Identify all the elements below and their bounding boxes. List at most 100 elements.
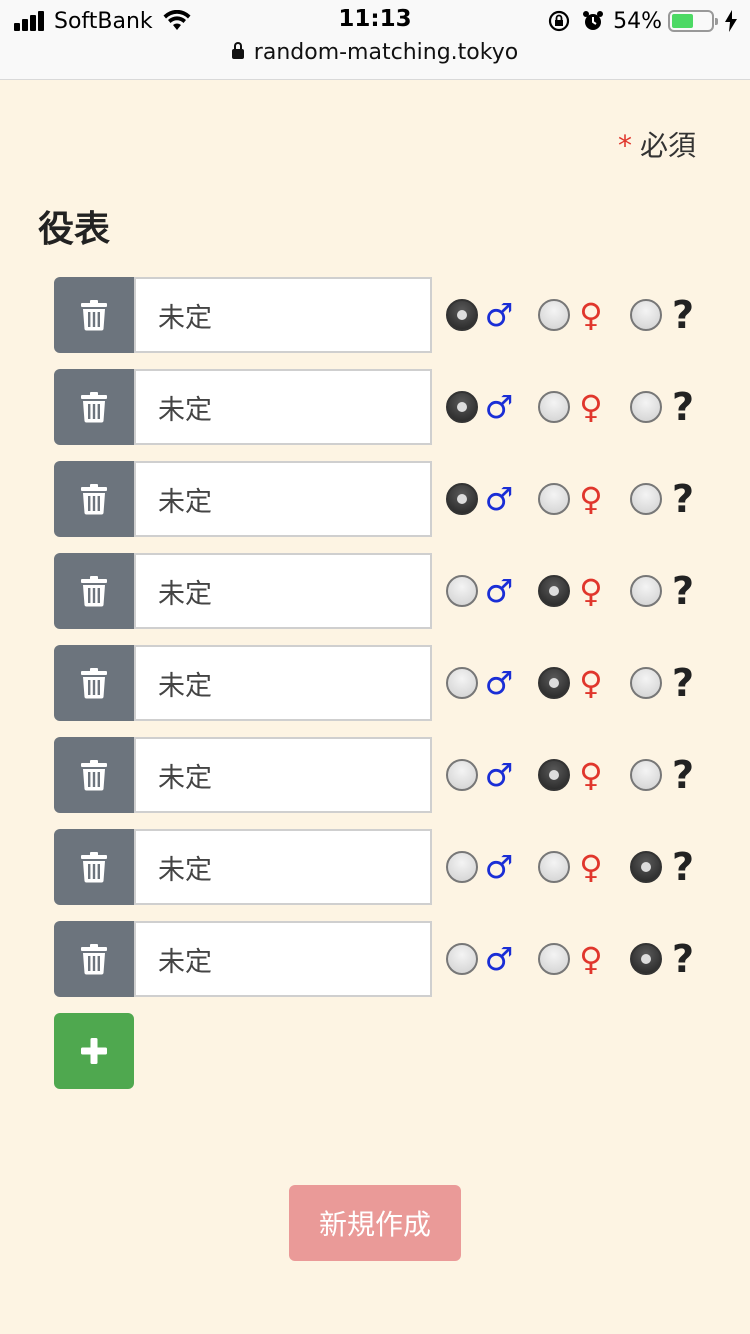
member-row: ♂ ♀?	[54, 461, 714, 537]
gender-option-male[interactable]: ♂	[446, 943, 516, 975]
required-label: 必須	[639, 129, 696, 162]
trash-icon	[81, 944, 107, 975]
gender-option-unknown[interactable]: ?	[630, 756, 700, 794]
gender-option-female[interactable]: ♀	[538, 943, 608, 975]
radio-female[interactable]	[538, 299, 570, 331]
female-symbol-icon: ♀	[579, 572, 603, 610]
member-row: ♂ ♀?	[54, 369, 714, 445]
female-symbol-icon: ♀	[579, 756, 603, 794]
trash-icon	[81, 392, 107, 423]
male-symbol-icon: ♂	[484, 756, 514, 794]
radio-unknown[interactable]	[630, 851, 662, 883]
radio-female[interactable]	[538, 575, 570, 607]
radio-male[interactable]	[446, 483, 478, 515]
gender-radio-group: ♂ ♀?	[446, 848, 700, 886]
unknown-symbol-icon: ?	[671, 477, 695, 521]
gender-option-unknown[interactable]: ?	[630, 480, 700, 518]
female-symbol-icon: ♀	[579, 480, 603, 518]
radio-female[interactable]	[538, 483, 570, 515]
section-title: 役表	[38, 209, 111, 250]
member-name-input[interactable]	[134, 461, 432, 537]
gender-option-female[interactable]: ♀	[538, 759, 608, 791]
delete-row-button[interactable]	[54, 461, 134, 537]
delete-row-button[interactable]	[54, 829, 134, 905]
member-name-input[interactable]	[134, 921, 432, 997]
member-name-input[interactable]	[134, 829, 432, 905]
member-name-input[interactable]	[134, 277, 432, 353]
gender-radio-group: ♂ ♀?	[446, 756, 700, 794]
trash-icon	[81, 852, 107, 883]
male-symbol-icon: ♂	[484, 940, 514, 978]
battery-percent: 54%	[613, 8, 662, 34]
radio-male[interactable]	[446, 851, 478, 883]
trash-icon	[81, 576, 107, 607]
gender-option-male[interactable]: ♂	[446, 391, 516, 423]
delete-row-button[interactable]	[54, 645, 134, 721]
delete-row-button[interactable]	[54, 369, 134, 445]
unknown-symbol-icon: ?	[671, 845, 695, 889]
female-symbol-icon: ♀	[579, 848, 603, 886]
female-symbol-icon: ♀	[579, 940, 603, 978]
gender-radio-group: ♂ ♀?	[446, 664, 700, 702]
gender-option-unknown[interactable]: ?	[630, 848, 700, 886]
gender-option-male[interactable]: ♂	[446, 299, 516, 331]
radio-male[interactable]	[446, 391, 478, 423]
gender-radio-group: ♂ ♀?	[446, 480, 700, 518]
male-symbol-icon: ♂	[484, 664, 514, 702]
member-name-input[interactable]	[134, 645, 432, 721]
gender-option-male[interactable]: ♂	[446, 575, 516, 607]
female-symbol-icon: ♀	[579, 296, 603, 334]
female-symbol-icon: ♀	[579, 388, 603, 426]
radio-unknown[interactable]	[630, 943, 662, 975]
radio-male[interactable]	[446, 759, 478, 791]
radio-unknown[interactable]	[630, 667, 662, 699]
radio-female[interactable]	[538, 759, 570, 791]
trash-icon	[81, 760, 107, 791]
delete-row-button[interactable]	[54, 921, 134, 997]
address-bar[interactable]: random-matching.tokyo	[0, 40, 750, 65]
delete-row-button[interactable]	[54, 553, 134, 629]
gender-option-unknown[interactable]: ?	[630, 572, 700, 610]
radio-unknown[interactable]	[630, 575, 662, 607]
gender-option-unknown[interactable]: ?	[630, 940, 700, 978]
radio-unknown[interactable]	[630, 759, 662, 791]
required-asterisk: *	[617, 129, 632, 162]
member-name-input[interactable]	[134, 553, 432, 629]
gender-option-female[interactable]: ♀	[538, 391, 608, 423]
add-row-button[interactable]	[54, 1013, 134, 1089]
gender-option-male[interactable]: ♂	[446, 759, 516, 791]
radio-male[interactable]	[446, 943, 478, 975]
gender-option-male[interactable]: ♂	[446, 667, 516, 699]
gender-option-unknown[interactable]: ?	[630, 388, 700, 426]
charging-icon	[725, 10, 737, 32]
radio-male[interactable]	[446, 299, 478, 331]
radio-female[interactable]	[538, 851, 570, 883]
create-button[interactable]: 新規作成	[289, 1185, 461, 1261]
radio-unknown[interactable]	[630, 299, 662, 331]
radio-female[interactable]	[538, 667, 570, 699]
radio-female[interactable]	[538, 943, 570, 975]
gender-radio-group: ♂ ♀?	[446, 572, 700, 610]
unknown-symbol-icon: ?	[671, 937, 695, 981]
gender-option-female[interactable]: ♀	[538, 299, 608, 331]
member-name-input[interactable]	[134, 737, 432, 813]
gender-option-female[interactable]: ♀	[538, 483, 608, 515]
radio-unknown[interactable]	[630, 483, 662, 515]
gender-option-female[interactable]: ♀	[538, 851, 608, 883]
radio-male[interactable]	[446, 667, 478, 699]
gender-option-female[interactable]: ♀	[538, 667, 608, 699]
delete-row-button[interactable]	[54, 277, 134, 353]
gender-option-female[interactable]: ♀	[538, 575, 608, 607]
member-name-input[interactable]	[134, 369, 432, 445]
gender-option-male[interactable]: ♂	[446, 483, 516, 515]
gender-option-male[interactable]: ♂	[446, 851, 516, 883]
radio-unknown[interactable]	[630, 391, 662, 423]
delete-row-button[interactable]	[54, 737, 134, 813]
radio-female[interactable]	[538, 391, 570, 423]
male-symbol-icon: ♂	[484, 848, 514, 886]
gender-option-unknown[interactable]: ?	[630, 664, 700, 702]
url-text: random-matching.tokyo	[253, 40, 519, 65]
unknown-symbol-icon: ?	[671, 293, 695, 337]
gender-option-unknown[interactable]: ?	[630, 296, 700, 334]
radio-male[interactable]	[446, 575, 478, 607]
